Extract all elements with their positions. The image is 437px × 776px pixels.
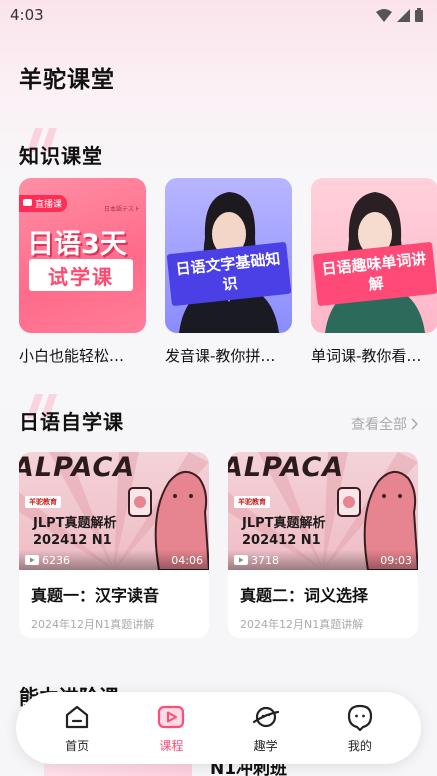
video-play-icon [158, 705, 185, 728]
tab-profile-label: 我的 [347, 738, 372, 753]
course-thumbnail: ALPACA 羊驼教育 JLPT真题解析 202412 N1 3718 09:0… [228, 452, 418, 570]
status-icons [376, 8, 423, 22]
thumbnail-brand-logo: 羊驼教育 [234, 496, 270, 508]
home-icon [66, 705, 89, 728]
course-stats-bar: 6236 04:06 [19, 550, 209, 570]
thumbnail-headline: 日语3天 [27, 229, 127, 260]
thumbnail-brand-logo: 羊驼教育 [25, 496, 61, 508]
status-bar: 4:03 [0, 0, 437, 30]
play-icon [25, 555, 39, 565]
tab-home[interactable]: 首页 [42, 703, 112, 754]
course-title: 真题二：词义选择 [240, 586, 369, 605]
view-count: 6236 [25, 554, 70, 567]
planet-icon [252, 706, 279, 727]
thumbnail-brand-word: ALPACA [228, 452, 345, 483]
course-info: 真题一：汉字读音 2024年12月N1真题讲解 [19, 570, 209, 632]
tab-fun-learning[interactable]: 趣学 [231, 703, 301, 754]
knowledge-section-title: 知识课堂 [19, 144, 103, 168]
course-thumbnail: ALPACA 羊驼教育 JLPT真题解析 202412 N1 6236 04:0… [19, 452, 209, 570]
thumbnail-text: JLPT真题解析 202412 N1 [33, 515, 117, 549]
knowledge-card-list: 直播课 日本語テスト 日语3天 试学课 小白也能轻松… 日语文字基础知识 发音课… [19, 178, 437, 366]
knowledge-card-thumbnail: 直播课 日本語テスト 日语3天 试学课 [19, 178, 146, 333]
view-count-value: 3718 [251, 553, 279, 567]
view-count-value: 6236 [42, 553, 70, 567]
play-icon [234, 555, 248, 565]
knowledge-card-caption: 单词课-教你看… [311, 347, 422, 365]
knowledge-card-caption: 发音课-教你拼… [165, 347, 276, 365]
course-info: 真题二：词义选择 2024年12月N1真题讲解 [228, 570, 418, 632]
course-subtitle: 2024年12月N1真题讲解 [31, 618, 155, 631]
knowledge-section-header: 知识课堂 [19, 128, 103, 169]
knowledge-card-caption: 小白也能轻松… [19, 347, 125, 365]
thumbnail-small-text: 日本語テスト [103, 206, 140, 213]
thumbnail-box-text: 试学课 [29, 259, 133, 291]
live-badge-label: 直播课 [35, 200, 63, 210]
knowledge-card[interactable]: 日语文字基础知识 发音课-教你拼… [165, 178, 292, 366]
cellular-signal-icon [397, 8, 410, 22]
thumbnail-line-2: 202412 N1 [242, 533, 321, 548]
thumbnail-text: JLPT真题解析 202412 N1 [242, 515, 326, 549]
course-stats-bar: 3718 09:03 [228, 550, 418, 570]
tab-courses-label: 课程 [159, 738, 184, 753]
battery-icon [415, 8, 423, 22]
course-subtitle: 2024年12月N1真题讲解 [240, 618, 364, 631]
knowledge-card[interactable]: 日语趣味单词讲解 单词课-教你看… [311, 178, 437, 366]
tab-courses[interactable]: 课程 [136, 703, 206, 754]
thumbnail-line-2: 202412 N1 [33, 533, 112, 548]
course-duration: 04:06 [171, 553, 203, 567]
wifi-icon [376, 8, 392, 22]
bottom-tab-bar: 首页 课程 趣学 我的 [16, 692, 421, 764]
status-time: 4:03 [10, 6, 44, 24]
app-title: 羊驼课堂 [19, 67, 115, 93]
tab-profile[interactable]: 我的 [325, 703, 395, 754]
course-title: 真题一：汉字读音 [31, 586, 160, 605]
knowledge-card-thumbnail: 日语趣味单词讲解 [311, 178, 437, 333]
view-all-label: 查看全部 [351, 417, 407, 433]
thumbnail-line-1: JLPT真题解析 [242, 516, 326, 531]
tab-fun-learning-label: 趣学 [253, 738, 278, 753]
course-card[interactable]: ALPACA 羊驼教育 JLPT真题解析 202412 N1 6236 04:0… [19, 452, 209, 638]
course-duration: 09:03 [380, 553, 412, 567]
self-study-section-header: 日语自学课 [19, 394, 124, 435]
knowledge-card-thumbnail: 日语文字基础知识 [165, 178, 292, 333]
live-camera-icon [23, 199, 32, 206]
thumbnail-brand-word: ALPACA [19, 452, 136, 483]
tab-home-label: 首页 [65, 738, 90, 753]
view-all-link[interactable]: 查看全部 [351, 414, 418, 434]
knowledge-card[interactable]: 直播课 日本語テスト 日语3天 试学课 小白也能轻松… [19, 178, 146, 366]
live-badge: 直播课 [19, 195, 68, 212]
view-count: 3718 [234, 554, 279, 567]
course-list: ALPACA 羊驼教育 JLPT真题解析 202412 N1 6236 04:0… [19, 452, 418, 638]
profile-face-icon [347, 704, 372, 731]
chevron-right-icon [411, 418, 418, 430]
thumbnail-line-1: JLPT真题解析 [33, 516, 117, 531]
self-study-section-title: 日语自学课 [19, 410, 124, 434]
course-card[interactable]: ALPACA 羊驼教育 JLPT真题解析 202412 N1 3718 09:0… [228, 452, 418, 638]
